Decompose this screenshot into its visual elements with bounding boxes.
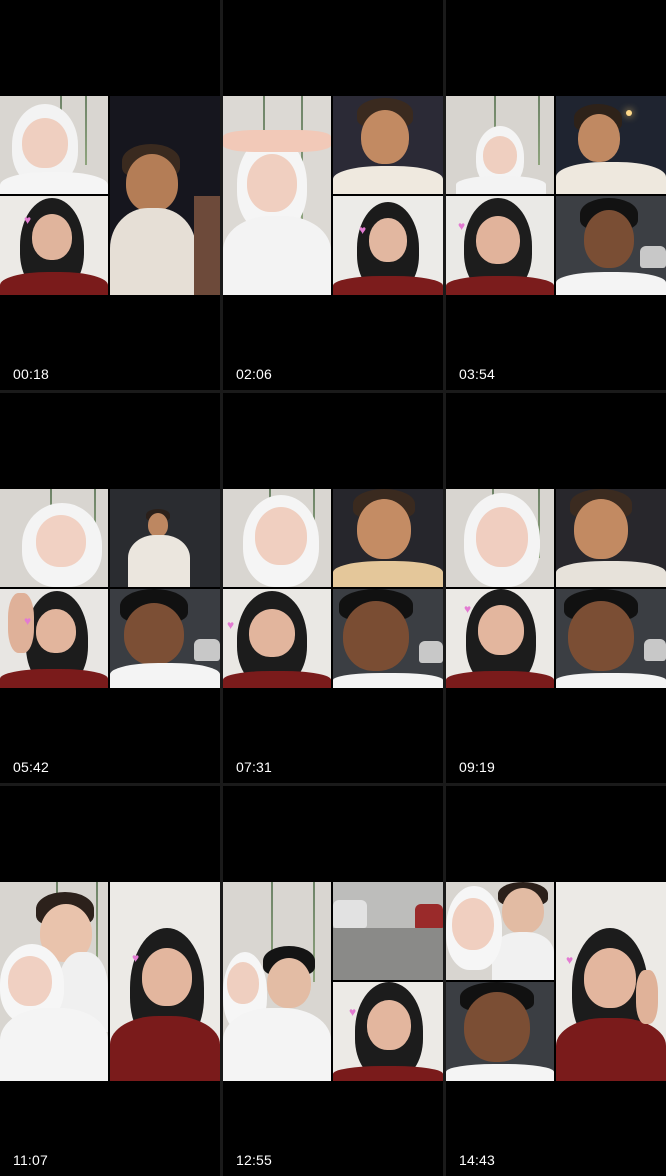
participant-tile-woman-white-hijab (0, 96, 108, 194)
participant-tile-empty-driveway (333, 882, 443, 980)
video-timestamp: 11:07 (13, 1152, 48, 1168)
participant-tile-woman-black-hijab: ♥ (0, 589, 108, 688)
video-timestamp: 00:18 (13, 366, 50, 382)
video-frame: ♥ (223, 882, 443, 1081)
video-timestamp: 09:19 (459, 759, 496, 775)
participant-tile-woman-black-hijab: ♥ (446, 589, 554, 688)
participant-tile-man (110, 96, 220, 295)
video-timestamp: 03:54 (459, 366, 496, 382)
video-timestamp: 14:43 (459, 1152, 496, 1168)
participant-tile-man (110, 489, 220, 587)
video-frame: ♥ (0, 96, 220, 295)
heart-icon: ♥ (132, 951, 140, 965)
heart-icon: ♥ (227, 618, 235, 632)
participant-tile-couple (0, 882, 108, 1081)
participant-tile-couple (446, 882, 554, 980)
video-thumbnail[interactable]: ♥ 11:07 (0, 786, 220, 1176)
participant-tile-woman-black-hijab: ♥ (110, 882, 220, 1081)
video-timestamp: 07:31 (236, 759, 273, 775)
video-thumbnail[interactable]: ♥ 09:19 (446, 393, 666, 783)
participant-tile-man (333, 489, 443, 587)
video-thumbnail[interactable]: ♥ 02:06 (223, 0, 443, 390)
video-thumbnail[interactable]: ♥ 00:18 (0, 0, 220, 390)
video-timestamp: 05:42 (13, 759, 50, 775)
participant-tile-woman-black-hijab: ♥ (223, 589, 331, 688)
video-thumbnail[interactable]: ♥ 05:42 (0, 393, 220, 783)
participant-tile-woman-black-hijab: ♥ (0, 196, 108, 295)
participant-tile-woman-black-hijab: ♥ (446, 196, 554, 295)
video-thumbnail-grid: ♥ 00:18 ♥ 02:06 ♥ 03:54 ♥ 05:42 ♥ 07:31 … (0, 0, 666, 1176)
heart-icon: ♥ (24, 213, 32, 227)
video-frame: ♥ (446, 882, 666, 1081)
participant-tile-woman-white-hijab (446, 96, 554, 194)
video-frame: ♥ (446, 96, 666, 295)
heart-icon: ♥ (24, 614, 32, 628)
participant-tile-man-second (110, 589, 220, 688)
participant-tile-woman-black-hijab: ♥ (333, 196, 443, 295)
video-timestamp: 12:55 (236, 1152, 273, 1168)
participant-tile-woman-white-hijab (223, 96, 331, 295)
participant-tile-woman-black-hijab: ♥ (556, 882, 666, 1081)
heart-icon: ♥ (458, 219, 466, 233)
video-thumbnail[interactable]: ♥ 12:55 (223, 786, 443, 1176)
participant-tile-woman-white-hijab (223, 489, 331, 587)
participant-tile-man-second (556, 196, 666, 295)
participant-tile-man-second (556, 589, 666, 688)
video-frame: ♥ (0, 489, 220, 688)
participant-tile-woman-black-hijab: ♥ (333, 982, 443, 1081)
video-thumbnail[interactable]: ♥ 14:43 (446, 786, 666, 1176)
participant-tile-man (556, 489, 666, 587)
video-timestamp: 02:06 (236, 366, 273, 382)
participant-tile-man-second (446, 982, 554, 1081)
participant-tile-man-second (333, 589, 443, 688)
heart-icon: ♥ (464, 602, 472, 616)
video-frame: ♥ (0, 882, 220, 1081)
participant-tile-woman-white-hijab (446, 489, 554, 587)
video-frame: ♥ (446, 489, 666, 688)
video-frame: ♥ (223, 489, 443, 688)
video-thumbnail[interactable]: ♥ 07:31 (223, 393, 443, 783)
participant-tile-man (556, 96, 666, 194)
heart-icon: ♥ (359, 223, 367, 237)
participant-tile-couple (223, 882, 331, 1081)
heart-icon: ♥ (566, 953, 574, 967)
participant-tile-woman-white-hijab (0, 489, 108, 587)
participant-tile-man (333, 96, 443, 194)
video-frame: ♥ (223, 96, 443, 295)
heart-icon: ♥ (349, 1005, 357, 1019)
video-thumbnail[interactable]: ♥ 03:54 (446, 0, 666, 390)
